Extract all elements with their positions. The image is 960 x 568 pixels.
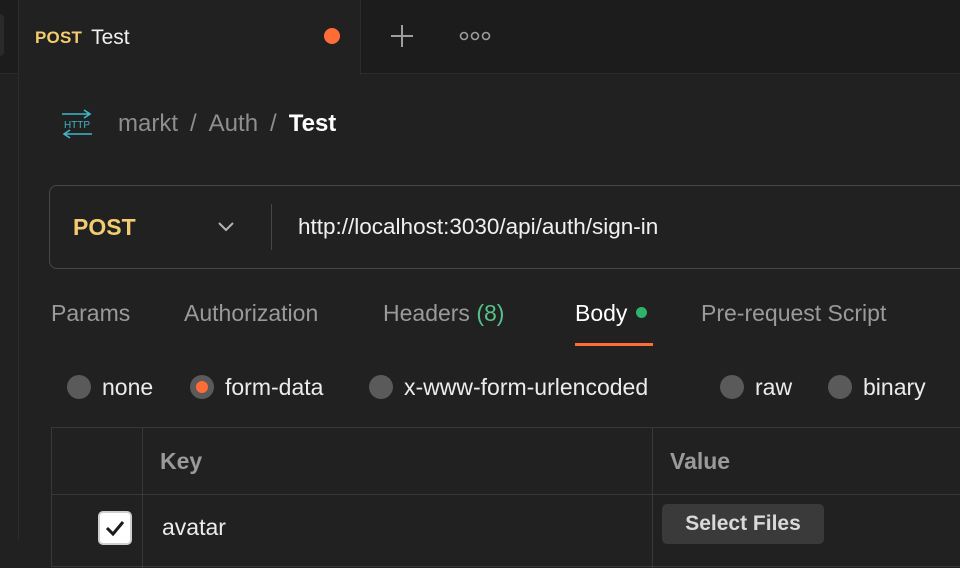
tab-params[interactable]: Params	[51, 300, 130, 327]
collapsed-tab[interactable]	[0, 14, 4, 56]
tab-headers[interactable]: Headers (8)	[383, 300, 504, 327]
active-tab-underline	[575, 343, 653, 346]
more-tabs-button[interactable]	[452, 16, 498, 56]
radio-circle	[720, 375, 744, 399]
svg-text:HTTP: HTTP	[64, 120, 90, 131]
breadcrumb-folder[interactable]: Auth	[209, 110, 258, 138]
new-tab-button[interactable]	[380, 16, 424, 56]
breadcrumb: HTTP markt / Auth / Test	[60, 104, 336, 144]
radio-circle	[828, 375, 852, 399]
column-divider	[652, 428, 653, 568]
tab-pre-request-script[interactable]: Pre-request Script	[701, 300, 886, 327]
radio-raw-label: raw	[755, 373, 793, 400]
radio-urlencoded-label: x-www-form-urlencoded	[404, 373, 649, 400]
url-input[interactable]	[298, 206, 938, 248]
radio-circle-selected	[190, 375, 214, 399]
radio-binary-label: binary	[863, 373, 926, 400]
tab-pre-request-label: Pre-request Script	[701, 300, 887, 326]
breadcrumb-workspace[interactable]: markt	[118, 110, 178, 138]
row-key-cell[interactable]: avatar	[162, 514, 226, 541]
tab-authorization-label: Authorization	[184, 300, 319, 326]
breadcrumb-separator: /	[270, 110, 277, 137]
tab-authorization[interactable]: Authorization	[184, 300, 318, 327]
radio-form-data-label: form-data	[225, 373, 324, 400]
request-url-bar: POST	[49, 185, 960, 269]
radio-circle	[67, 375, 91, 399]
breadcrumb-current-request[interactable]: Test	[289, 110, 337, 138]
breadcrumb-separator: /	[190, 110, 197, 137]
radio-raw[interactable]: raw	[720, 366, 792, 408]
chevron-down-icon	[218, 222, 234, 232]
column-divider	[142, 428, 143, 568]
tab-body-label: Body	[575, 300, 628, 326]
http-icon: HTTP	[60, 108, 94, 140]
checkmark-icon	[105, 521, 125, 537]
radio-none[interactable]: none	[67, 366, 153, 408]
method-label: POST	[73, 213, 136, 240]
plus-icon	[391, 25, 413, 47]
body-type-options: none form-data x-www-form-urlencoded raw…	[0, 366, 960, 408]
tab-test-request[interactable]: POST Test	[19, 0, 361, 75]
radio-circle	[369, 375, 393, 399]
request-tabs: Params Authorization Headers (8) Body Pr…	[0, 292, 960, 348]
tab-title: Test	[91, 25, 130, 49]
tab-method-label: POST	[35, 27, 83, 47]
select-files-button[interactable]: Select Files	[662, 504, 824, 544]
method-select[interactable]: POST	[50, 186, 272, 268]
radio-urlencoded[interactable]: x-www-form-urlencoded	[369, 366, 648, 408]
more-horizontal-icon	[459, 31, 491, 41]
url-divider	[271, 204, 272, 250]
radio-binary[interactable]: binary	[828, 366, 926, 408]
tab-params-label: Params	[51, 300, 131, 326]
tab-bar: POST Test	[0, 0, 960, 75]
form-data-table: Key Value avatar Select Files	[51, 427, 960, 568]
column-header-key: Key	[160, 448, 203, 474]
body-indicator-dot	[636, 307, 648, 319]
tab-headers-label: Headers	[383, 300, 470, 326]
column-header-value: Value	[670, 448, 731, 474]
headers-count: (8)	[476, 300, 505, 326]
radio-form-data[interactable]: form-data	[190, 366, 323, 408]
unsaved-indicator	[324, 28, 340, 44]
tab-body[interactable]: Body	[575, 300, 648, 327]
header-divider	[52, 494, 960, 495]
radio-none-label: none	[102, 373, 154, 400]
sidebar-divider	[18, 0, 19, 540]
